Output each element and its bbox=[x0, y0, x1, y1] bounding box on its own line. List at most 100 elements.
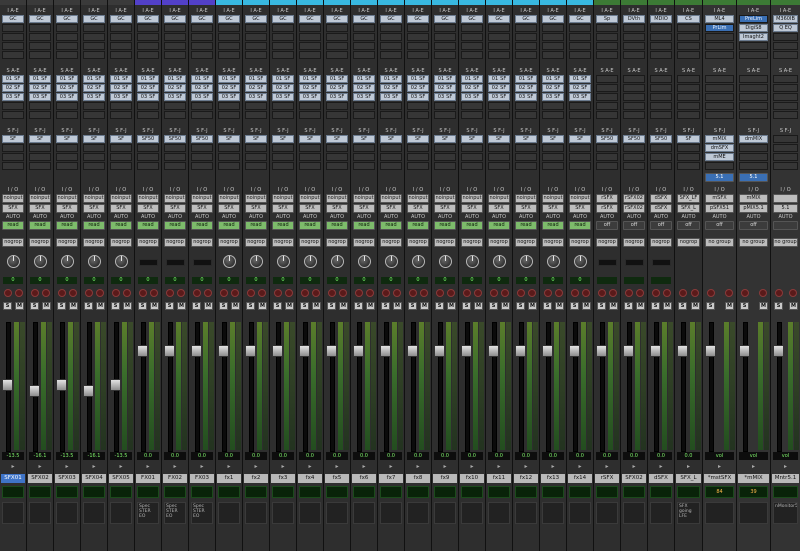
sendf-slot[interactable] bbox=[2, 144, 24, 152]
volume-readout[interactable]: 0.0 bbox=[488, 452, 510, 460]
automation-mode-button[interactable]: read bbox=[569, 221, 591, 230]
input-selector[interactable]: noinput bbox=[515, 194, 537, 203]
solo-button[interactable]: S bbox=[597, 302, 606, 310]
send-slot[interactable]: 02 SF bbox=[407, 84, 429, 92]
insert-slot[interactable] bbox=[515, 51, 537, 59]
send-slot[interactable] bbox=[623, 84, 645, 92]
insert-slot[interactable]: GC bbox=[164, 15, 186, 23]
record-enable-button[interactable] bbox=[652, 289, 660, 297]
send-slot[interactable] bbox=[650, 102, 672, 110]
send-slot[interactable] bbox=[461, 111, 483, 119]
insert-slot[interactable] bbox=[191, 33, 213, 41]
send-slot[interactable] bbox=[110, 102, 132, 110]
insert-slot[interactable]: GC bbox=[56, 15, 78, 23]
send-slot[interactable]: 02 SF bbox=[542, 84, 564, 92]
track-name[interactable]: fx12 bbox=[514, 474, 538, 483]
mute-button[interactable]: M bbox=[725, 302, 734, 310]
send-slot[interactable]: 02 SF bbox=[191, 84, 213, 92]
insert-slot[interactable] bbox=[2, 42, 24, 50]
input-selector[interactable]: noinput bbox=[326, 194, 348, 203]
sendf-slot[interactable] bbox=[353, 162, 375, 170]
record-enable-button[interactable] bbox=[679, 289, 687, 297]
send-slot[interactable] bbox=[650, 84, 672, 92]
automation-mode-button[interactable]: off bbox=[623, 221, 645, 230]
volume-readout[interactable]: 0.0 bbox=[380, 452, 402, 460]
insert-slot[interactable] bbox=[56, 24, 78, 32]
volume-readout[interactable]: 0.0 bbox=[461, 452, 483, 460]
automation-mode-button[interactable]: read bbox=[353, 221, 375, 230]
track-comment[interactable] bbox=[56, 502, 78, 524]
insert-slot[interactable] bbox=[137, 42, 159, 50]
record-enable-button[interactable] bbox=[775, 289, 783, 297]
send-slot[interactable] bbox=[245, 111, 267, 119]
send-slot[interactable] bbox=[380, 102, 402, 110]
send-slot[interactable]: 02 SF bbox=[164, 84, 186, 92]
group-button[interactable]: nogrop bbox=[2, 238, 24, 247]
send-slot[interactable]: 03 SF bbox=[83, 93, 105, 101]
sendf-slot[interactable] bbox=[488, 153, 510, 161]
solo-button[interactable]: S bbox=[192, 302, 201, 310]
output-selector[interactable]: SFX bbox=[299, 204, 321, 213]
insert-slot[interactable]: CS bbox=[677, 15, 700, 23]
output-selector[interactable]: SFX_L bbox=[677, 204, 700, 213]
send-slot[interactable] bbox=[739, 111, 768, 119]
send-slot[interactable]: 01 SF bbox=[407, 75, 429, 83]
mute-button[interactable]: M bbox=[231, 302, 240, 310]
send-slot[interactable]: 03 SF bbox=[542, 93, 564, 101]
insert-slot[interactable]: GC bbox=[515, 15, 537, 23]
sendf-slot[interactable] bbox=[623, 153, 645, 161]
sendf-slot[interactable] bbox=[488, 162, 510, 170]
sendf-slot[interactable] bbox=[326, 144, 348, 152]
input-monitor-button[interactable] bbox=[177, 289, 185, 297]
send-slot[interactable] bbox=[515, 102, 537, 110]
insert-slot[interactable] bbox=[515, 24, 537, 32]
automation-mode-button[interactable]: read bbox=[542, 221, 564, 230]
insert-slot[interactable]: Q EQ bbox=[773, 24, 798, 32]
insert-slot[interactable] bbox=[773, 42, 798, 50]
sendf-slot[interactable] bbox=[2, 162, 24, 170]
automation-mode-button[interactable]: read bbox=[83, 221, 105, 230]
automation-mode-button[interactable]: read bbox=[326, 221, 348, 230]
insert-slot[interactable] bbox=[569, 24, 591, 32]
insert-slot[interactable] bbox=[110, 42, 132, 50]
sendf-slot[interactable]: SF bbox=[380, 135, 402, 143]
insert-slot[interactable] bbox=[705, 51, 734, 59]
sendf-slot[interactable] bbox=[596, 162, 618, 170]
solo-button[interactable]: S bbox=[3, 302, 12, 310]
sendf-slot[interactable] bbox=[380, 153, 402, 161]
input-monitor-button[interactable] bbox=[96, 289, 104, 297]
input-monitor-button[interactable] bbox=[447, 289, 455, 297]
record-enable-button[interactable] bbox=[112, 289, 120, 297]
send-slot[interactable] bbox=[623, 75, 645, 83]
send-slot[interactable] bbox=[245, 102, 267, 110]
solo-button[interactable]: S bbox=[165, 302, 174, 310]
insert-slot[interactable] bbox=[353, 51, 375, 59]
record-enable-button[interactable] bbox=[166, 289, 174, 297]
insert-slot[interactable]: GC bbox=[2, 15, 24, 23]
volume-readout[interactable]: -13.5 bbox=[2, 452, 24, 460]
automation-mode-button[interactable]: read bbox=[380, 221, 402, 230]
volume-fader[interactable] bbox=[773, 345, 784, 357]
output-selector[interactable]: pSFX51 bbox=[705, 204, 734, 213]
input-selector[interactable]: noinput bbox=[56, 194, 78, 203]
insert-slot[interactable]: GC bbox=[299, 15, 321, 23]
input-selector[interactable]: noinput bbox=[272, 194, 294, 203]
sendf-slot[interactable] bbox=[569, 162, 591, 170]
insert-slot[interactable] bbox=[650, 51, 672, 59]
solo-button[interactable]: S bbox=[516, 302, 525, 310]
insert-slot[interactable] bbox=[2, 24, 24, 32]
send-slot[interactable] bbox=[461, 102, 483, 110]
sendf-slot[interactable] bbox=[773, 162, 798, 170]
input-selector[interactable]: noinput bbox=[2, 194, 24, 203]
record-enable-button[interactable] bbox=[436, 289, 444, 297]
insert-slot[interactable] bbox=[56, 33, 78, 41]
insert-slot[interactable] bbox=[29, 33, 51, 41]
sendf-slot[interactable]: SF50 bbox=[650, 135, 672, 143]
send-slot[interactable]: 01 SF bbox=[56, 75, 78, 83]
insert-slot[interactable]: GC bbox=[218, 15, 240, 23]
volume-fader[interactable] bbox=[677, 345, 688, 357]
track-comment[interactable] bbox=[83, 502, 105, 524]
record-enable-button[interactable] bbox=[139, 289, 147, 297]
send-slot[interactable]: 03 SF bbox=[488, 93, 510, 101]
send-slot[interactable] bbox=[677, 84, 700, 92]
